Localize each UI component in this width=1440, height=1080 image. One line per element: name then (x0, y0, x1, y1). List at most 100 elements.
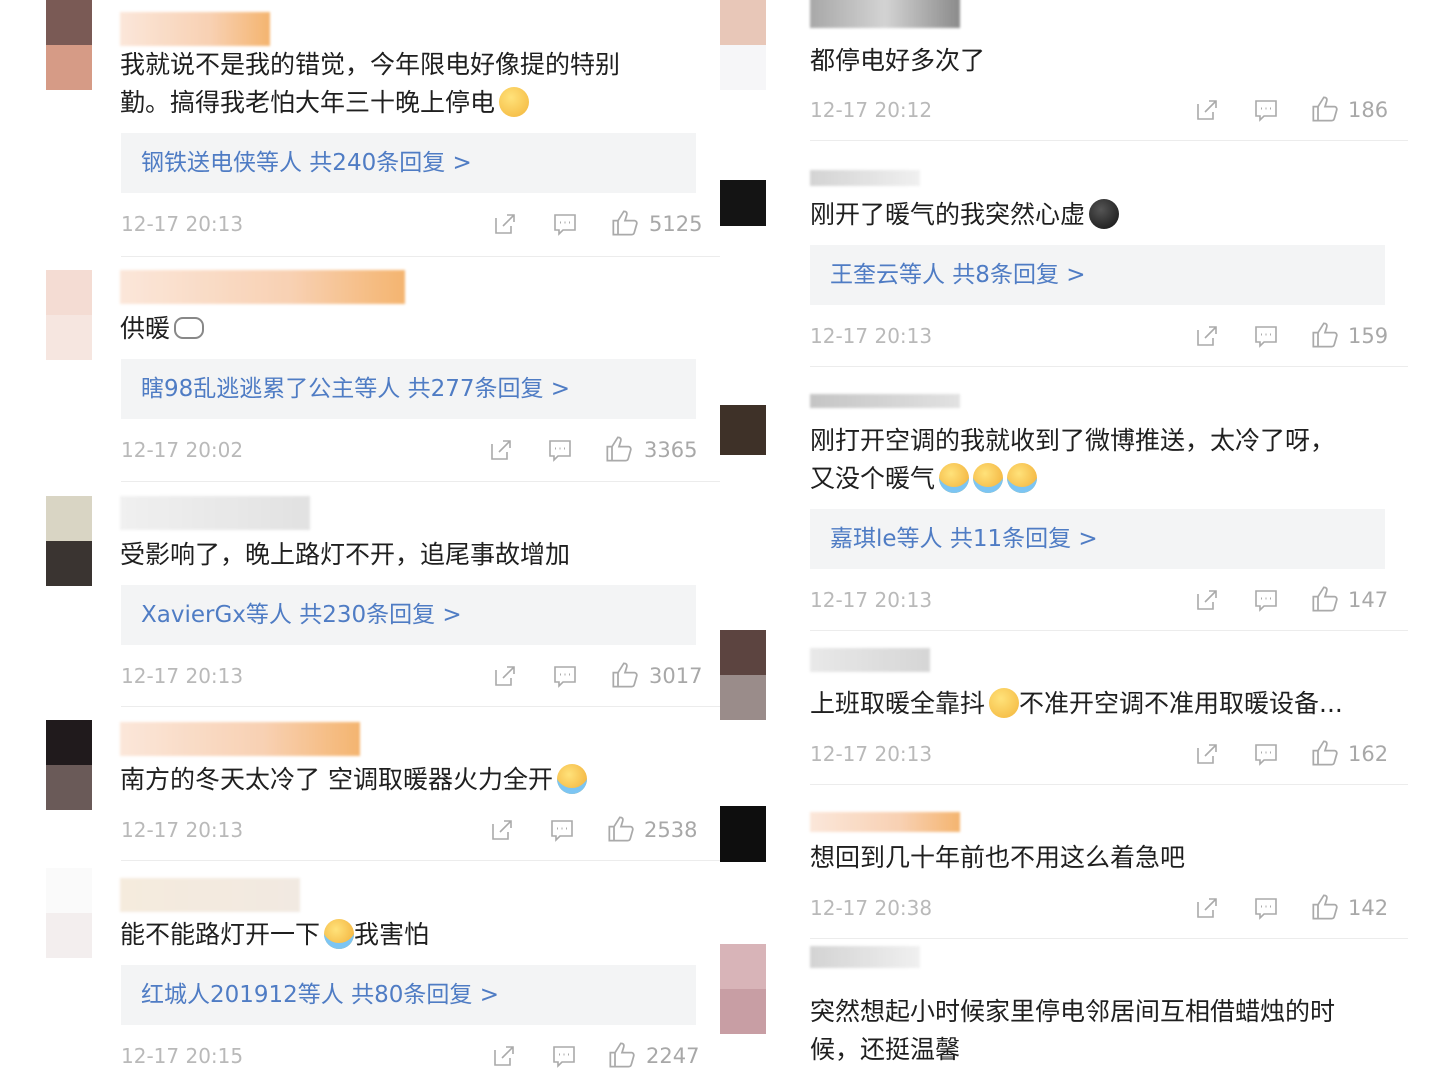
comment-text-line: 受影响了，晚上路灯不开，追尾事故增加 (120, 540, 571, 569)
share-icon[interactable] (493, 212, 517, 236)
divider (810, 938, 1408, 939)
username[interactable] (120, 12, 270, 46)
avatar[interactable] (720, 0, 766, 90)
username[interactable] (810, 946, 920, 968)
comment-icon[interactable] (1254, 324, 1278, 348)
avatar[interactable] (720, 162, 766, 226)
comment-icon[interactable] (553, 664, 577, 688)
avatar[interactable] (720, 944, 766, 1034)
comment-icon[interactable] (552, 1044, 576, 1068)
thumbs-up-icon[interactable] (611, 661, 639, 689)
avatar[interactable] (46, 868, 92, 958)
avatar[interactable] (46, 0, 92, 90)
comment-text-line: 我就说不是我的错觉，今年限电好像提的特别 (120, 50, 621, 79)
thumbs-up-icon[interactable] (1311, 321, 1339, 349)
thumbs-up-icon[interactable] (1311, 95, 1339, 123)
comment-icon[interactable] (548, 438, 572, 462)
share-icon[interactable] (1195, 588, 1219, 612)
comment-meta: 12-17 20:38 142 (810, 888, 1388, 928)
username[interactable] (120, 496, 310, 530)
comment-text: 刚打开空调的我就收到了微博推送，太冷了呀， 又没个暖气 (810, 422, 1335, 498)
divider (121, 860, 720, 861)
comment-text-line: 勤。搞得我老怕大年三十晚上停电 (120, 88, 496, 117)
timestamp: 12-17 20:13 (121, 818, 244, 842)
like-count: 3017 (649, 664, 703, 688)
comment-icon[interactable] (1254, 742, 1278, 766)
replies-link[interactable]: 嘉琪le等人 共11条回复 > (810, 509, 1385, 569)
comment-meta: 12-17 20:13 2538 (121, 810, 698, 850)
comment-text-line: 刚开了暖气的我突然心虚 (810, 200, 1086, 229)
username[interactable] (810, 170, 920, 186)
share-icon[interactable] (1195, 742, 1219, 766)
share-icon[interactable] (1195, 98, 1219, 122)
username[interactable] (810, 0, 960, 28)
share-icon[interactable] (490, 818, 514, 842)
share-icon[interactable] (493, 664, 517, 688)
comment-text: 受影响了，晚上路灯不开，追尾事故增加 (120, 536, 570, 574)
comment-text-line: 供暖 (120, 314, 171, 343)
thumbs-up-icon[interactable] (1311, 739, 1339, 767)
comment-icon[interactable] (553, 212, 577, 236)
laughing-crying-emoji (939, 463, 970, 493)
avatar[interactable] (46, 720, 92, 810)
thumbs-up-icon[interactable] (608, 1041, 636, 1069)
thumbs-up-icon[interactable] (1311, 893, 1339, 921)
replies-link[interactable]: XavierGx等人 共230条回复 > (121, 585, 696, 645)
share-icon[interactable] (1195, 896, 1219, 920)
comment-text: 供暖 (120, 310, 205, 348)
username[interactable] (810, 812, 960, 832)
avatar[interactable] (46, 496, 92, 586)
thinking-emoji (499, 87, 530, 117)
divider (810, 784, 1408, 785)
comment-icon[interactable] (1254, 588, 1278, 612)
glasses-emoji (174, 317, 205, 339)
crying-emoji (324, 919, 355, 949)
comment-meta: 12-17 20:13 147 (810, 580, 1388, 620)
thumbs-up-icon[interactable] (607, 815, 635, 843)
thumbs-up-icon[interactable] (1311, 585, 1339, 613)
comment-text: 刚开了暖气的我突然心虚 (810, 196, 1120, 234)
comment-text: 突然想起小时候家里停电邻居间互相借蜡烛的时 候，还挺温馨 (810, 993, 1335, 1069)
share-icon[interactable] (489, 438, 513, 462)
thumbs-up-icon[interactable] (605, 435, 633, 463)
nervous-emoji (1089, 199, 1120, 229)
laughing-crying-emoji (1007, 463, 1038, 493)
comment-text: 上班取暖全靠抖 不准开空调不准用取暖设备... (810, 685, 1343, 723)
timestamp: 12-17 20:02 (121, 438, 244, 462)
comment-text: 南方的冬天太冷了 空调取暖器火力全开 (120, 761, 587, 799)
avatar[interactable] (720, 630, 766, 720)
like-count: 2538 (644, 818, 698, 842)
comment-icon[interactable] (1254, 896, 1278, 920)
timestamp: 12-17 20:13 (810, 742, 933, 766)
comment-text: 都停电好多次了 (810, 42, 985, 80)
avatar[interactable] (720, 405, 766, 455)
comment-icon[interactable] (550, 818, 574, 842)
replies-link[interactable]: 钢铁送电侠等人 共240条回复 > (121, 133, 696, 193)
comment-text-line: 候，还挺温馨 (810, 1035, 961, 1064)
share-icon[interactable] (1195, 324, 1219, 348)
avatar[interactable] (720, 806, 766, 862)
username[interactable] (120, 878, 300, 912)
comment-meta: 12-17 20:13 159 (810, 316, 1388, 356)
divider (121, 706, 720, 707)
replies-link[interactable]: 王奎云等人 共8条回复 > (810, 245, 1385, 305)
thumbs-up-icon[interactable] (611, 209, 639, 237)
replies-link[interactable]: 红城人201912等人 共80条回复 > (121, 965, 696, 1025)
username[interactable] (120, 722, 360, 756)
like-count: 2247 (646, 1044, 700, 1068)
comment-icon[interactable] (1254, 98, 1278, 122)
username[interactable] (810, 648, 930, 672)
timestamp: 12-17 20:13 (121, 212, 244, 236)
share-icon[interactable] (492, 1044, 516, 1068)
timestamp: 12-17 20:13 (121, 664, 244, 688)
timestamp: 12-17 20:15 (121, 1044, 244, 1068)
timestamp: 12-17 20:12 (810, 98, 933, 122)
username[interactable] (120, 270, 405, 304)
comment-meta: 12-17 20:13 162 (810, 734, 1389, 774)
avatar[interactable] (46, 270, 92, 360)
comment-meta: 12-17 20:15 2247 (121, 1036, 700, 1076)
timestamp: 12-17 20:13 (810, 588, 933, 612)
username[interactable] (810, 394, 960, 408)
replies-link[interactable]: 瞎98乱逃逃累了公主等人 共277条回复 > (121, 359, 696, 419)
like-count: 162 (1348, 742, 1389, 766)
